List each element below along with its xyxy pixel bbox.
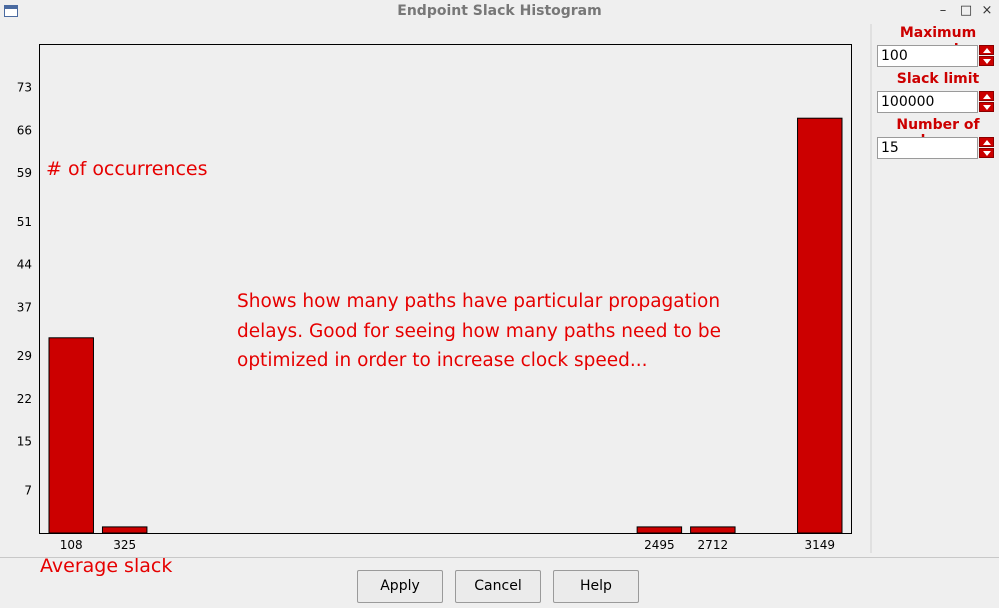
maximize-button[interactable]: □	[958, 3, 974, 18]
x-tick-label: 2712	[698, 538, 729, 552]
y-tick-label: 66	[17, 123, 32, 137]
x-axis-annotation: Average slack	[40, 555, 173, 577]
slack-limit-label: Slack limit	[896, 71, 980, 87]
y-tick-label: 29	[17, 349, 32, 363]
window-title: Endpoint Slack Histogram	[397, 3, 602, 19]
y-tick-label: 73	[17, 81, 32, 95]
number-of-bars-up-arrow-icon[interactable]	[979, 137, 994, 147]
x-tick-label: 3149	[804, 538, 835, 552]
y-axis-ticks: 7 15 22 29 37 44 51 59 66 73	[17, 81, 32, 498]
number-of-bars-down-arrow-icon[interactable]	[979, 148, 994, 158]
slack-limit-up-arrow-icon[interactable]	[979, 91, 994, 101]
slack-limit-down-arrow-icon[interactable]	[979, 102, 994, 112]
histogram-bar	[636, 526, 683, 534]
y-tick-label: 59	[17, 166, 32, 180]
x-tick-label: 108	[60, 538, 83, 552]
histogram-bar	[48, 337, 94, 534]
x-axis-labels: 108 325 2495 2712 3149	[60, 538, 835, 552]
bottom-separator	[0, 557, 999, 558]
slack-limit-spinbox[interactable]	[877, 91, 995, 113]
description-line: Shows how many paths have particular pro…	[237, 291, 721, 312]
y-tick-label: 44	[17, 258, 32, 272]
x-tick-label: 325	[113, 538, 136, 552]
y-tick-label: 51	[17, 215, 32, 229]
max-count-input[interactable]	[877, 45, 978, 67]
max-count-spinbox[interactable]	[877, 45, 995, 67]
title-bar: Endpoint Slack Histogram – □ ×	[0, 0, 999, 24]
y-tick-label: 7	[24, 483, 32, 497]
description-line: delays. Good for seeing how many paths n…	[237, 320, 721, 342]
number-of-bars-input[interactable]	[877, 137, 978, 159]
histogram-bar	[797, 117, 843, 534]
slack-limit-input[interactable]	[877, 91, 978, 113]
minimize-button[interactable]: –	[935, 3, 951, 18]
close-button[interactable]: ×	[979, 3, 995, 18]
histogram-bar	[690, 526, 736, 534]
description-line: optimized in order to increase clock spe…	[237, 350, 648, 371]
x-tick-label: 2495	[644, 538, 675, 552]
max-count-up-arrow-icon[interactable]	[979, 45, 994, 55]
histogram-bar	[101, 526, 148, 534]
apply-button[interactable]: Apply	[357, 570, 443, 603]
help-button[interactable]: Help	[553, 570, 639, 603]
y-tick-label: 37	[17, 300, 32, 314]
y-axis-annotation: # of occurrences	[46, 158, 208, 180]
y-tick-label: 22	[17, 392, 32, 406]
number-of-bars-spinbox[interactable]	[877, 137, 995, 159]
description-annotation: Shows how many paths have particular pro…	[237, 287, 721, 376]
cancel-button[interactable]: Cancel	[455, 570, 541, 603]
max-count-down-arrow-icon[interactable]	[979, 56, 994, 66]
y-tick-label: 15	[17, 435, 32, 449]
